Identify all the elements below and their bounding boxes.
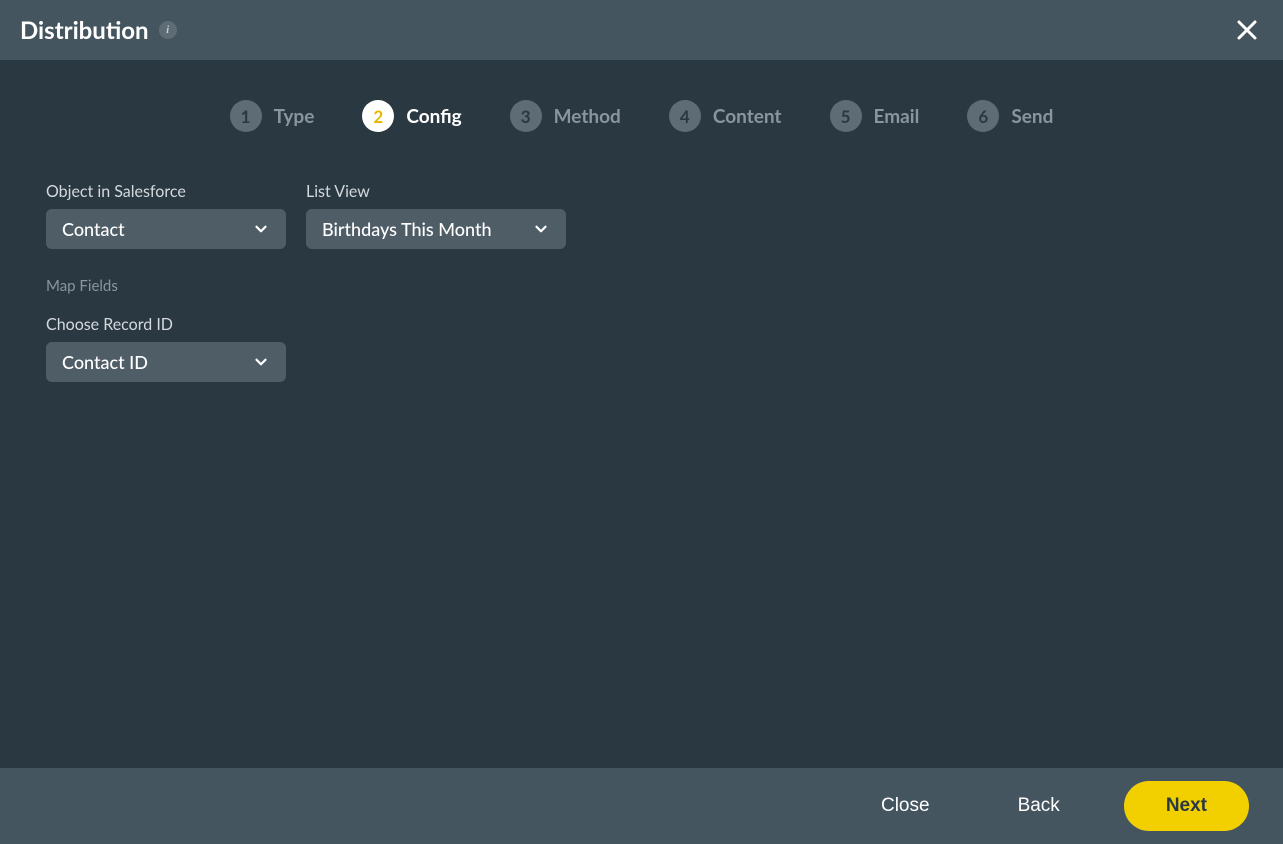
- step-method[interactable]: 3 Method: [510, 100, 621, 132]
- close-link[interactable]: Close: [857, 785, 954, 827]
- form-row: Choose Record ID Contact ID: [46, 315, 1237, 382]
- listview-value: Birthdays This Month: [322, 218, 532, 240]
- header-title-group: Distribution i: [20, 16, 177, 45]
- step-label: Email: [874, 105, 920, 128]
- listview-label: List View: [306, 182, 566, 201]
- record-id-field: Choose Record ID Contact ID: [46, 315, 286, 382]
- step-label: Type: [274, 105, 315, 128]
- form-content: Object in Salesforce Contact List View B…: [0, 182, 1283, 382]
- chevron-down-icon: [532, 220, 550, 238]
- step-content[interactable]: 4 Content: [669, 100, 782, 132]
- step-label: Send: [1011, 105, 1053, 128]
- back-button[interactable]: Back: [994, 785, 1084, 827]
- step-number: 2: [362, 100, 394, 132]
- record-id-select[interactable]: Contact ID: [46, 342, 286, 382]
- step-label: Method: [554, 105, 621, 128]
- listview-field: List View Birthdays This Month: [306, 182, 566, 249]
- object-value: Contact: [62, 218, 252, 240]
- step-label: Content: [713, 105, 782, 128]
- close-button[interactable]: [1231, 14, 1263, 46]
- step-config[interactable]: 2 Config: [362, 100, 461, 132]
- record-id-label: Choose Record ID: [46, 315, 286, 334]
- step-number: 1: [230, 100, 262, 132]
- object-field: Object in Salesforce Contact: [46, 182, 286, 249]
- record-id-value: Contact ID: [62, 351, 252, 373]
- step-number: 4: [669, 100, 701, 132]
- chevron-down-icon: [252, 353, 270, 371]
- object-label: Object in Salesforce: [46, 182, 286, 201]
- form-row: Object in Salesforce Contact List View B…: [46, 182, 1237, 249]
- stepper: 1 Type 2 Config 3 Method 4 Content 5 Ema…: [0, 60, 1283, 182]
- dialog-footer: Close Back Next: [0, 768, 1283, 844]
- dialog-title: Distribution: [20, 16, 149, 45]
- step-send[interactable]: 6 Send: [967, 100, 1053, 132]
- object-select[interactable]: Contact: [46, 209, 286, 249]
- next-button[interactable]: Next: [1124, 781, 1249, 831]
- step-number: 6: [967, 100, 999, 132]
- close-icon: [1235, 18, 1259, 42]
- step-label: Config: [406, 105, 461, 128]
- chevron-down-icon: [252, 220, 270, 238]
- listview-select[interactable]: Birthdays This Month: [306, 209, 566, 249]
- dialog-header: Distribution i: [0, 0, 1283, 60]
- step-number: 3: [510, 100, 542, 132]
- step-type[interactable]: 1 Type: [230, 100, 315, 132]
- info-icon[interactable]: i: [159, 21, 177, 39]
- step-email[interactable]: 5 Email: [830, 100, 920, 132]
- step-number: 5: [830, 100, 862, 132]
- map-fields-label: Map Fields: [46, 277, 1237, 295]
